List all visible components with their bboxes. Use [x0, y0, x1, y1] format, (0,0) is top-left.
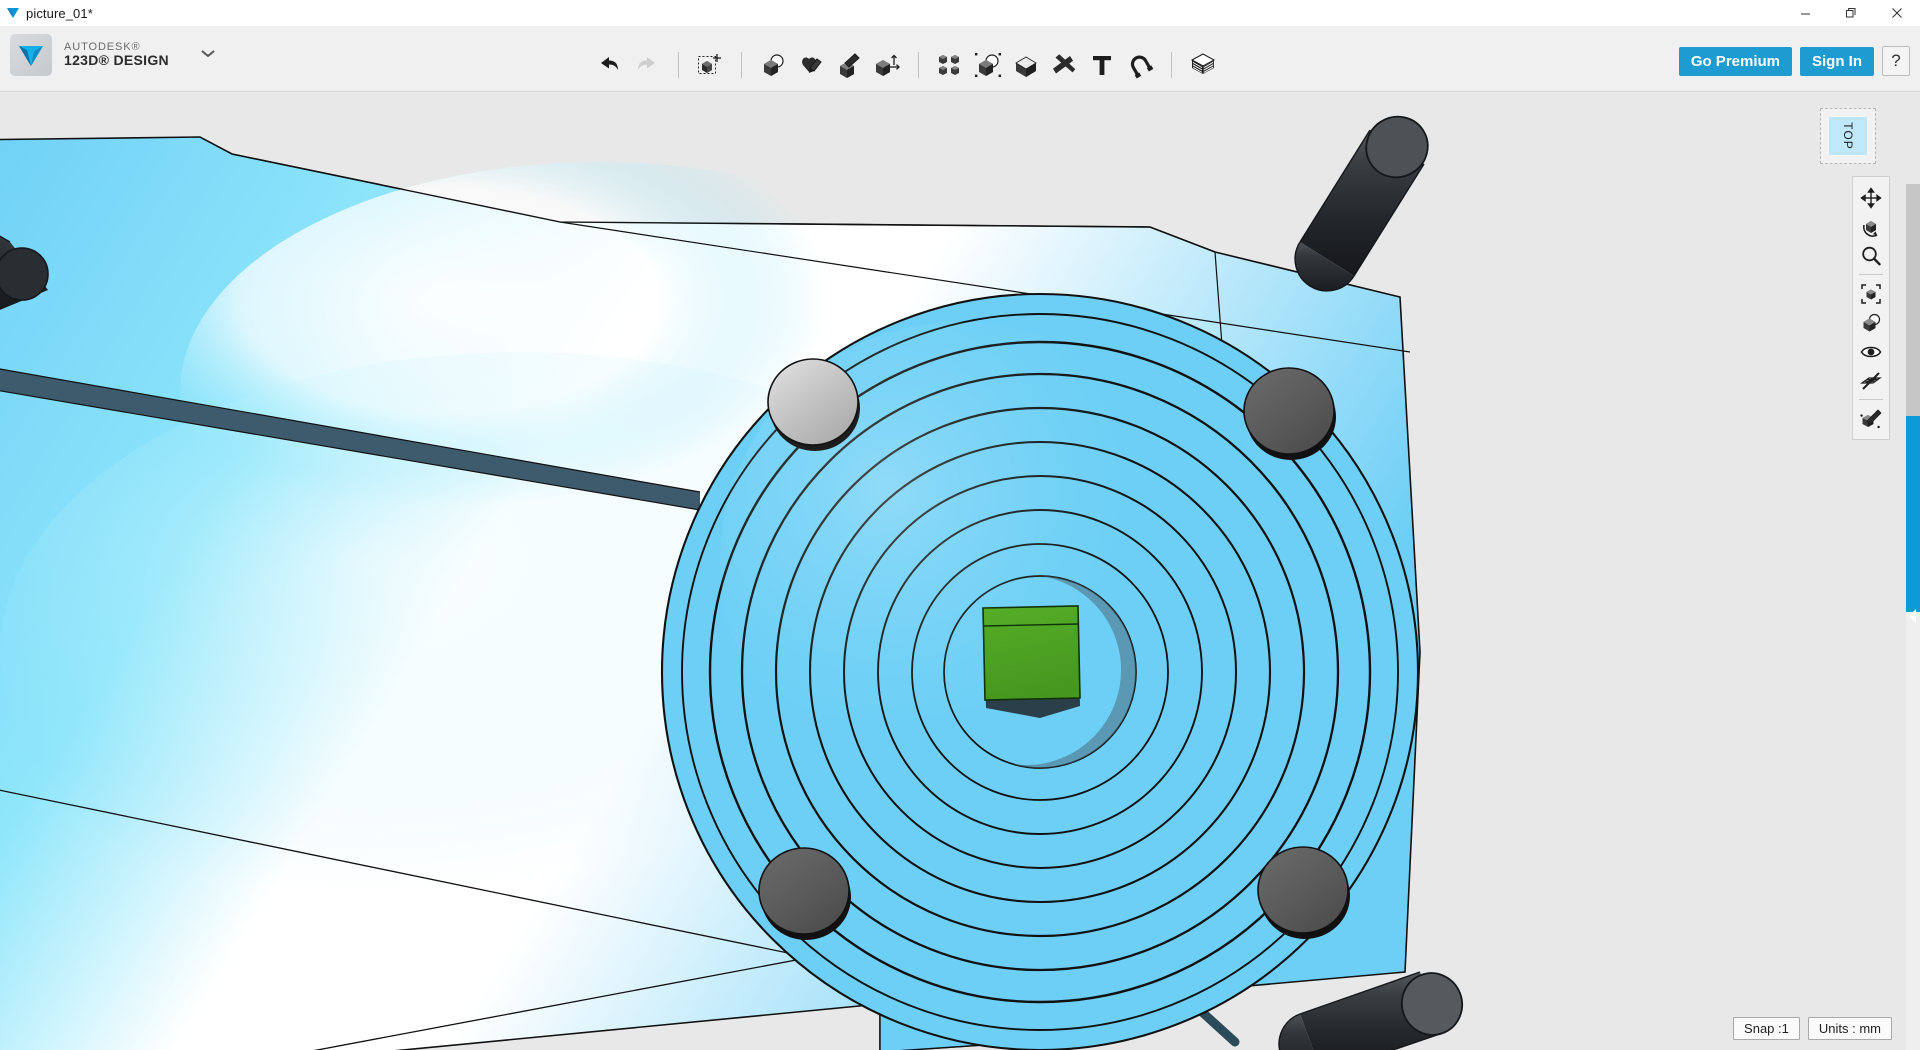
app-logo-icon — [10, 34, 52, 76]
right-edge-scroll-thumb-blue[interactable] — [1906, 416, 1920, 612]
view-cube-face-top[interactable]: TOP — [1829, 117, 1867, 155]
units-status[interactable]: Units : mm — [1807, 1017, 1892, 1040]
minimize-button[interactable] — [1782, 0, 1828, 26]
model-render — [0, 92, 1920, 1050]
grid-snap-off-icon[interactable] — [1854, 366, 1888, 395]
snap-status[interactable]: Snap :1 — [1733, 1017, 1800, 1040]
window-controls — [1782, 0, 1920, 26]
brand-line-2: 123D® DESIGN — [64, 52, 169, 69]
sketch-button[interactable] — [792, 46, 830, 84]
main-tool-group — [590, 46, 1222, 84]
collapse-panel-arrow-icon[interactable] — [1906, 604, 1920, 628]
measure-button[interactable] — [1045, 46, 1083, 84]
grouping-button[interactable] — [969, 46, 1007, 84]
measure-tool-icon[interactable] — [1854, 404, 1888, 433]
redo-button[interactable] — [628, 46, 666, 84]
fit-icon[interactable] — [1854, 279, 1888, 308]
sign-in-button[interactable]: Sign In — [1800, 46, 1874, 76]
view-cube[interactable]: TOP — [1820, 108, 1876, 164]
chevron-down-icon[interactable] — [199, 46, 217, 64]
status-bar: Snap :1 Units : mm — [1733, 1017, 1892, 1040]
navigation-tool-panel — [1852, 176, 1890, 440]
account-actions: Go Premium Sign In ? — [1678, 46, 1910, 76]
material-stack-button[interactable] — [1184, 46, 1222, 84]
center-green-face — [982, 605, 1081, 718]
pattern-button[interactable] — [931, 46, 969, 84]
text-button[interactable] — [1083, 46, 1121, 84]
undo-button[interactable] — [590, 46, 628, 84]
window-titlebar: picture_01* — [0, 0, 1920, 26]
brand-text: AUTODESK® 123D® DESIGN — [64, 41, 169, 69]
document-title: picture_01* — [26, 5, 93, 21]
zoom-icon[interactable] — [1854, 241, 1888, 270]
transform-button[interactable] — [691, 46, 729, 84]
primitives-button[interactable] — [754, 46, 792, 84]
nav-separator-2 — [1859, 399, 1883, 400]
viewport-3d[interactable]: TOP Snap:1 Units: mm — [0, 92, 1920, 1050]
toolbar-separator-4 — [1171, 52, 1172, 78]
visibility-eye-icon[interactable] — [1854, 337, 1888, 366]
modify-button[interactable] — [868, 46, 906, 84]
snap-magnet-button[interactable] — [1121, 46, 1159, 84]
maximize-restore-button[interactable] — [1828, 0, 1874, 26]
toolbar-separator-1 — [678, 52, 679, 78]
brand-menu[interactable]: AUTODESK® 123D® DESIGN — [10, 34, 217, 76]
go-premium-button[interactable]: Go Premium — [1678, 46, 1792, 76]
nav-separator-1 — [1859, 274, 1883, 275]
construct-button[interactable] — [830, 46, 868, 84]
autodesk-logo-icon — [0, 0, 26, 26]
pan-icon[interactable] — [1854, 183, 1888, 212]
close-button[interactable] — [1874, 0, 1920, 26]
application-toolbar: AUTODESK® 123D® DESIGN Go Premium Sign I… — [0, 26, 1920, 92]
help-button[interactable]: ? — [1882, 46, 1910, 76]
view-style-icon[interactable] — [1854, 308, 1888, 337]
orbit-icon[interactable] — [1854, 212, 1888, 241]
combine-button[interactable] — [1007, 46, 1045, 84]
right-edge-scroll-thumb-gray[interactable] — [1906, 184, 1920, 416]
toolbar-separator-3 — [918, 52, 919, 78]
app-window: picture_01* AUTODESK® 123D® DESIGN Go Pr… — [0, 0, 1920, 1050]
toolbar-separator-2 — [741, 52, 742, 78]
